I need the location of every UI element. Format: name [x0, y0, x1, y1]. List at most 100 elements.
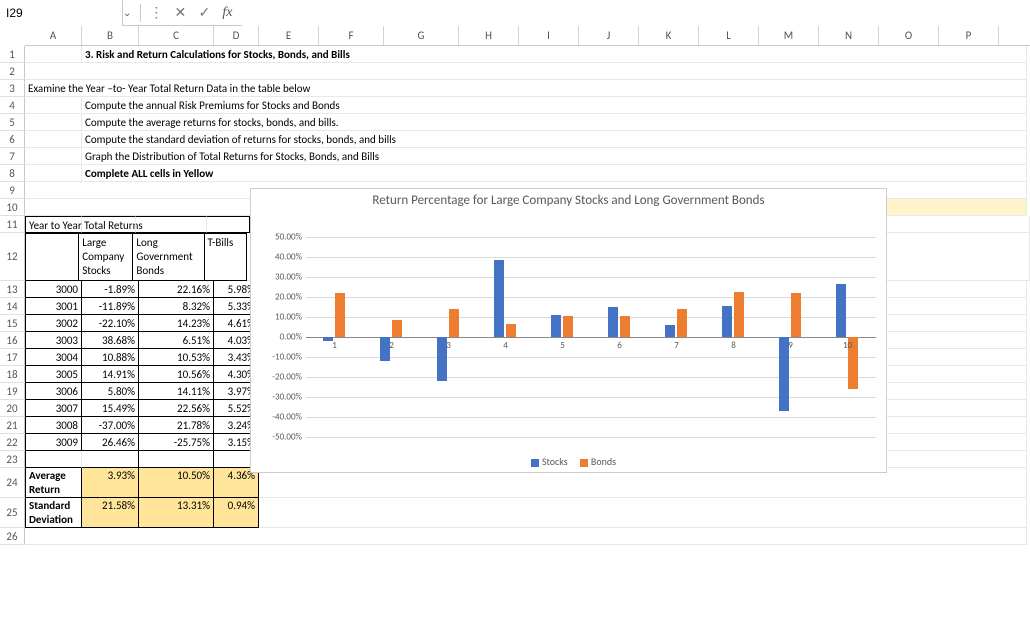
- bonds-4[interactable]: 10.53%: [139, 349, 214, 366]
- instr-2[interactable]: Compute the average returns for stocks, …: [82, 114, 1027, 131]
- stocks-9[interactable]: 26.46%: [82, 434, 139, 451]
- row-num-18[interactable]: 18: [0, 366, 25, 383]
- bonds-7[interactable]: 22.56%: [139, 400, 214, 417]
- col-header-N[interactable]: N: [819, 26, 879, 45]
- col-header-P[interactable]: P: [939, 26, 999, 45]
- name-box[interactable]: [0, 0, 123, 26]
- t1-title-A[interactable]: Year to Year Total Returns: [25, 216, 82, 233]
- t1-h0[interactable]: [25, 233, 79, 281]
- row-num-22[interactable]: 22: [0, 434, 25, 451]
- cancel-icon[interactable]: ✕: [168, 0, 192, 26]
- bonds-1[interactable]: 8.32%: [139, 298, 214, 315]
- col-header-D[interactable]: D: [214, 26, 259, 45]
- year-9[interactable]: 3009: [25, 434, 82, 451]
- embedded-chart[interactable]: Return Percentage for Large Company Stoc…: [250, 188, 887, 473]
- cell-row25-rest[interactable]: [259, 498, 1027, 528]
- row-num-24[interactable]: 24: [0, 468, 25, 498]
- t1-title-D[interactable]: [207, 216, 250, 233]
- fx-icon[interactable]: fx: [216, 5, 242, 21]
- stocks-7[interactable]: 15.49%: [82, 400, 139, 417]
- row-num-9[interactable]: 9: [0, 182, 25, 199]
- bonds-6[interactable]: 14.11%: [139, 383, 214, 400]
- cell-row26[interactable]: [25, 528, 1027, 545]
- year-8[interactable]: 3008: [25, 417, 82, 434]
- year-0[interactable]: 3000: [25, 281, 82, 298]
- year-2[interactable]: 3002: [25, 315, 82, 332]
- col-header-H[interactable]: H: [459, 26, 519, 45]
- year-3[interactable]: 3003: [25, 332, 82, 349]
- t1-title-B[interactable]: [82, 216, 136, 233]
- bonds-2[interactable]: 14.23%: [139, 315, 214, 332]
- stocks-5[interactable]: 14.91%: [82, 366, 139, 383]
- cell-A1[interactable]: [25, 46, 82, 63]
- col-header-K[interactable]: K: [639, 26, 699, 45]
- bonds-3[interactable]: 6.51%: [139, 332, 214, 349]
- year-5[interactable]: 3005: [25, 366, 82, 383]
- cell-A5[interactable]: [25, 114, 82, 131]
- cell-row2[interactable]: [25, 63, 1027, 80]
- t1-h2[interactable]: Long Government Bonds: [133, 233, 204, 281]
- year-6[interactable]: 3006: [25, 383, 82, 400]
- row-num-11[interactable]: 11: [0, 216, 25, 233]
- col-header-A[interactable]: A: [25, 26, 82, 45]
- std-tbills[interactable]: 0.94%: [214, 498, 259, 528]
- confirm-icon[interactable]: ✓: [192, 0, 216, 26]
- options-icon[interactable]: ⋮: [144, 0, 168, 26]
- bonds-9[interactable]: -25.75%: [139, 434, 214, 451]
- year-7[interactable]: 3007: [25, 400, 82, 417]
- cell-A8[interactable]: [25, 165, 82, 182]
- stocks-4[interactable]: 10.88%: [82, 349, 139, 366]
- row-num-21[interactable]: 21: [0, 417, 25, 434]
- stocks-2[interactable]: -22.10%: [82, 315, 139, 332]
- year-4[interactable]: 3004: [25, 349, 82, 366]
- instr-4[interactable]: Graph the Distribution of Total Returns …: [82, 148, 1027, 165]
- cell-B23[interactable]: [82, 451, 139, 468]
- col-header-F[interactable]: F: [319, 26, 384, 45]
- row-num-12[interactable]: 12: [0, 233, 25, 281]
- row-num-10[interactable]: 10: [0, 199, 25, 216]
- bonds-8[interactable]: 21.78%: [139, 417, 214, 434]
- row-num-16[interactable]: 16: [0, 332, 25, 349]
- name-box-dropdown-icon[interactable]: ⌄: [123, 6, 137, 19]
- std-bonds[interactable]: 13.31%: [139, 498, 214, 528]
- col-header-B[interactable]: B: [82, 26, 139, 45]
- row-num-17[interactable]: 17: [0, 349, 25, 366]
- avg-bonds[interactable]: 10.50%: [139, 468, 214, 498]
- formula-input[interactable]: [242, 0, 1030, 26]
- instr-1[interactable]: Compute the annual Risk Premiums for Sto…: [82, 97, 1027, 114]
- col-header-L[interactable]: L: [699, 26, 759, 45]
- row-num-15[interactable]: 15: [0, 315, 25, 332]
- cell-C23[interactable]: [139, 451, 214, 468]
- cell-A4[interactable]: [25, 97, 82, 114]
- row-num-8[interactable]: 8: [0, 165, 25, 182]
- row-num-5[interactable]: 5: [0, 114, 25, 131]
- col-header-E[interactable]: E: [259, 26, 319, 45]
- t1-h3[interactable]: T-Bills: [205, 233, 248, 281]
- cell-A6[interactable]: [25, 131, 82, 148]
- stocks-0[interactable]: -1.89%: [82, 281, 139, 298]
- row-num-20[interactable]: 20: [0, 400, 25, 417]
- col-header-M[interactable]: M: [759, 26, 819, 45]
- row-num-6[interactable]: 6: [0, 131, 25, 148]
- cell-A7[interactable]: [25, 148, 82, 165]
- col-header-G[interactable]: G: [384, 26, 459, 45]
- instr-3[interactable]: Compute the standard deviation of return…: [82, 131, 1027, 148]
- row-num-1[interactable]: 1: [0, 46, 25, 63]
- instr-5[interactable]: Complete ALL cells in Yellow: [82, 165, 1027, 182]
- page-title[interactable]: 3. Risk and Return Calculations for Stoc…: [82, 46, 1027, 63]
- col-header-J[interactable]: J: [579, 26, 639, 45]
- avg-stocks[interactable]: 3.93%: [82, 468, 139, 498]
- row-num-23[interactable]: 23: [0, 451, 25, 468]
- cell-A23[interactable]: [25, 451, 82, 468]
- bonds-5[interactable]: 10.56%: [139, 366, 214, 383]
- col-header-I[interactable]: I: [519, 26, 579, 45]
- col-header-C[interactable]: C: [139, 26, 214, 45]
- row-num-14[interactable]: 14: [0, 298, 25, 315]
- stocks-6[interactable]: 5.80%: [82, 383, 139, 400]
- stocks-8[interactable]: -37.00%: [82, 417, 139, 434]
- t1-title-C[interactable]: [136, 216, 207, 233]
- std-stocks[interactable]: 21.58%: [82, 498, 139, 528]
- row-num-7[interactable]: 7: [0, 148, 25, 165]
- intro-line[interactable]: Examine the Year –to- Year Total Return …: [25, 80, 1027, 97]
- stocks-3[interactable]: 38.68%: [82, 332, 139, 349]
